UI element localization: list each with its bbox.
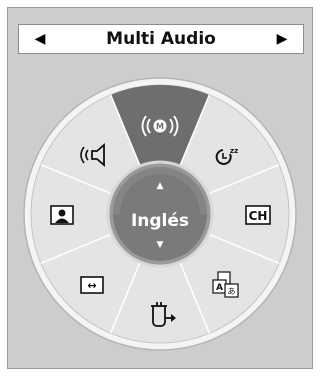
quick-menu-wheel: ▲ Inglés ▼ M zz CH A あ ↔ (23, 77, 297, 351)
svg-text:CH: CH (249, 209, 268, 223)
center-up-arrow: ▲ (157, 181, 164, 191)
center-language-button[interactable]: ▲ Inglés ▼ (106, 160, 214, 268)
center-down-arrow: ▼ (157, 240, 164, 250)
channel-icon: CH (245, 205, 271, 225)
svg-text:あ: あ (228, 287, 236, 296)
svg-text:A: A (216, 283, 223, 293)
svg-text:zz: zz (230, 147, 238, 155)
current-language-label: Inglés (131, 211, 189, 231)
picture-mode-icon (50, 205, 74, 225)
svg-text:↔: ↔ (87, 279, 96, 292)
svg-text:M: M (156, 122, 164, 131)
aspect-ratio-icon: ↔ (80, 276, 104, 294)
